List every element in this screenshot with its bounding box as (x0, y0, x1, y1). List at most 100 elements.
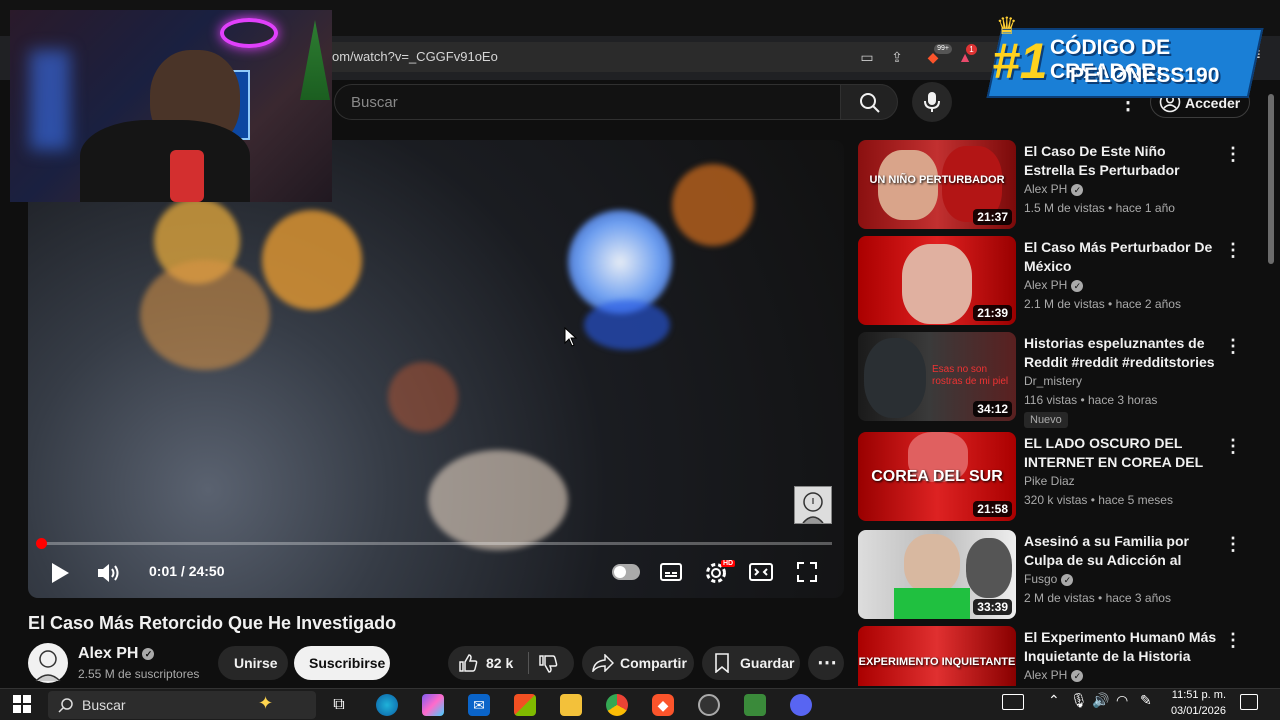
pen-icon[interactable]: ✎ (1140, 692, 1152, 709)
more-vert-icon[interactable]: ⋮ (1224, 336, 1242, 357)
verified-icon: ✓ (142, 647, 155, 660)
brave-icon[interactable]: ◆ (652, 694, 674, 716)
channel-watermark[interactable] (794, 486, 832, 524)
scrollbar-thumb[interactable] (1268, 94, 1274, 264)
keyboard-icon[interactable] (1002, 694, 1024, 710)
video-duration: 21:37 (973, 209, 1012, 225)
search-icon (860, 93, 880, 113)
app-icon[interactable] (744, 694, 766, 716)
video-thumbnail[interactable]: 33:39 (858, 530, 1016, 619)
related-channel[interactable]: Dr_mistery (1024, 374, 1082, 388)
brave-badge: 99+ (934, 44, 952, 54)
related-channel[interactable]: Alex PH ✓ (1024, 668, 1084, 682)
url-text: om/watch?v=_CGGFv91oEo (332, 49, 498, 64)
related-video[interactable]: COREA DEL SUR 21:58 EL LADO OSCURO DEL I… (858, 432, 1258, 524)
discord-icon[interactable] (790, 694, 812, 716)
more-actions-button[interactable]: ⋯ (808, 646, 844, 680)
like-dislike-group: 82 k (448, 646, 574, 680)
more-vert-icon[interactable]: ⋮ (1224, 240, 1242, 261)
subtitles-icon[interactable] (660, 561, 682, 583)
related-video[interactable]: 33:39 Asesinó a su Familia por Culpa de … (858, 530, 1258, 622)
video-thumbnail[interactable]: UN NIÑO PERTURBADOR 21:37 (858, 140, 1016, 229)
share-icon[interactable]: ⇪ (888, 48, 906, 66)
edge-icon[interactable] (376, 694, 398, 716)
windows-start-icon[interactable] (13, 695, 31, 713)
video-duration: 21:39 (973, 305, 1012, 321)
volume-tray-icon[interactable]: 🔊 (1092, 692, 1109, 709)
copilot-sparkle-icon[interactable]: ✦ (258, 693, 273, 714)
channel-name[interactable]: Alex PH ✓ (78, 645, 155, 663)
related-title[interactable]: El Experimento Human0 Más Inquietante de… (1024, 628, 1220, 666)
related-title[interactable]: El Caso Más Perturbador De México (1024, 238, 1220, 276)
page-scrollbar[interactable] (1266, 80, 1276, 686)
video-duration: 34:12 (973, 401, 1012, 417)
voice-search-button[interactable] (912, 82, 952, 122)
video-player[interactable]: 0:01 / 24:50 HD (28, 140, 844, 598)
related-video[interactable]: Esas no son rostras de mi piel 34:12 His… (858, 332, 1258, 428)
related-meta: 2.1 M de vistas • hace 2 años (1024, 297, 1181, 311)
more-vert-icon[interactable]: ⋮ (1224, 436, 1242, 457)
verified-icon: ✓ (1071, 279, 1084, 292)
subscribe-button[interactable]: Suscribirse (294, 646, 390, 680)
share-arrow-icon (592, 654, 614, 672)
chrome-icon[interactable] (606, 694, 628, 716)
more-vert-icon[interactable]: ⋮ (1224, 144, 1242, 165)
task-view-icon[interactable]: ⧉ (328, 694, 350, 716)
related-video[interactable]: EXPERIMENTO INQUIETANTE El Experimento H… (858, 626, 1258, 686)
thumbs-up-icon[interactable] (458, 653, 478, 673)
video-title: El Caso Más Retorcido Que He Investigado (28, 613, 397, 633)
file-explorer-icon[interactable] (560, 694, 582, 716)
video-thumbnail[interactable]: 21:39 (858, 236, 1016, 325)
related-title[interactable]: Historias espeluznantes de Reddit #reddi… (1024, 334, 1220, 372)
play-icon[interactable] (50, 562, 70, 584)
autoplay-toggle[interactable] (612, 564, 640, 580)
related-video[interactable]: 21:39 El Caso Más Perturbador De México … (858, 236, 1258, 328)
outlook-icon[interactable]: ✉ (468, 694, 490, 716)
search-button[interactable] (840, 84, 898, 120)
more-vert-icon[interactable]: ⋮ (1224, 630, 1242, 651)
obs-icon[interactable] (698, 694, 720, 716)
related-title[interactable]: Asesinó a su Familia por Culpa de su Adi… (1024, 532, 1220, 570)
video-thumbnail[interactable]: COREA DEL SUR 21:58 (858, 432, 1016, 521)
taskbar-date[interactable]: 03/01/2026 (1166, 705, 1226, 717)
thumbs-down-icon[interactable] (538, 654, 558, 674)
webcam-overlay (10, 10, 332, 202)
search-input[interactable]: Buscar (334, 84, 840, 120)
related-channel[interactable]: Fusgo ✓ (1024, 572, 1074, 586)
video-thumbnail[interactable]: Esas no son rostras de mi piel 34:12 (858, 332, 1016, 421)
thumbnail-face (902, 244, 972, 324)
copilot-icon[interactable] (422, 694, 444, 716)
channel-avatar[interactable] (28, 643, 68, 683)
volume-icon[interactable] (96, 561, 122, 585)
video-thumbnail[interactable]: EXPERIMENTO INQUIETANTE (858, 626, 1016, 686)
fullscreen-icon[interactable] (796, 561, 818, 583)
like-count[interactable]: 82 k (486, 655, 513, 671)
creator-rank: #1 (992, 33, 1048, 89)
bokeh-light (262, 210, 362, 310)
save-button[interactable]: Guardar (702, 646, 800, 680)
store-icon[interactable] (514, 694, 536, 716)
related-video[interactable]: UN NIÑO PERTURBADOR 21:37 El Caso De Est… (858, 140, 1258, 232)
related-meta: 2 M de vistas • hace 3 años (1024, 591, 1171, 605)
progress-bar[interactable] (40, 542, 832, 545)
taskbar-search[interactable]: Buscar ✦ (48, 691, 316, 719)
notifications-icon[interactable] (1240, 694, 1258, 710)
subscriber-count: 2.55 M de suscriptores (78, 667, 200, 681)
related-title[interactable]: EL LADO OSCURO DEL INTERNET EN COREA DEL… (1024, 434, 1220, 472)
thumbnail-caption: Esas no son rostras de mi piel (932, 364, 1009, 387)
join-button[interactable]: Unirse (218, 646, 288, 680)
related-channel[interactable]: Pike Diaz (1024, 474, 1075, 488)
scrubber-handle[interactable] (36, 538, 47, 549)
microphone-tray-icon[interactable]: 🎙 (1070, 692, 1088, 709)
more-vert-icon[interactable]: ⋮ (1224, 534, 1242, 555)
cast-icon[interactable]: ▭ (858, 48, 876, 66)
chevron-up-icon[interactable]: ⌃ (1048, 692, 1060, 709)
share-button[interactable]: Compartir (582, 646, 694, 680)
related-channel[interactable]: Alex PH ✓ (1024, 182, 1084, 196)
wifi-icon[interactable]: ◠ (1116, 692, 1128, 709)
related-channel[interactable]: Alex PH ✓ (1024, 278, 1084, 292)
related-title[interactable]: El Caso De Este Niño Estrella Es Perturb… (1024, 142, 1220, 180)
taskbar-clock[interactable]: 11:51 p. m. (1166, 689, 1226, 701)
theater-mode-icon[interactable] (749, 561, 773, 583)
related-meta: 116 vistas • hace 3 horas (1024, 393, 1158, 407)
